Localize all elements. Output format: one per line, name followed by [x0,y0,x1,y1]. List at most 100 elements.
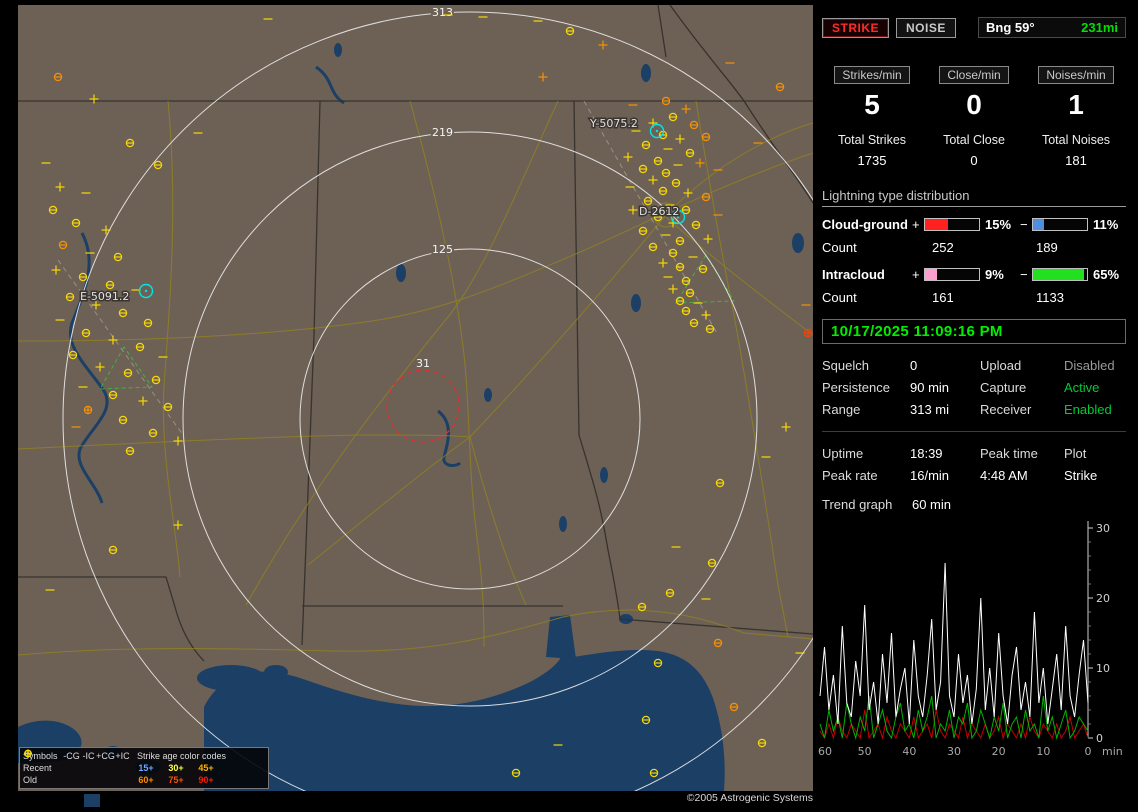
svg-text:20: 20 [992,745,1006,758]
cloud-ground-label: Cloud-ground [822,217,908,232]
ic-positive-count: 161 [932,290,954,305]
squelch-label: Squelch [822,358,869,373]
total-noises-label: Total Noises [1041,133,1111,147]
negative-sign: − [1020,217,1028,232]
peak-time-value: 4:48 AM [980,468,1028,483]
cg-count-label: Count [822,240,857,255]
age-code-45+: 45+ [198,762,214,773]
age-code-90+: 90+ [198,774,214,785]
intracloud-label: Intracloud [822,267,885,282]
uptime-label: Uptime [822,446,864,461]
peak-rate-value: 16/min [910,468,950,483]
age-code-75+: 75+ [168,774,184,785]
upload-label: Upload [980,358,1022,373]
svg-text:D-2612: D-2612 [639,205,679,218]
svg-text:Y-5075.2: Y-5075.2 [589,117,638,130]
svg-text:50: 50 [858,745,872,758]
trend-graph: 010203060 50 40 30 20 10 0 min [818,521,1123,758]
age-code-30+: 30+ [168,762,184,773]
strikes-stat-column: Strikes/min 5 Total Strikes 1735 [822,66,922,168]
trend-graph-header: Trend graph 60 min [822,497,1126,512]
svg-text:31: 31 [416,357,430,370]
peak-time-label: Peak time [980,446,1038,461]
cg-negative-bar [1032,218,1088,231]
ic-count-label: Count [822,290,857,305]
squelch-value: 0 [910,358,918,373]
svg-text:125: 125 [432,243,453,256]
ic-negative-percent: 65% [1093,267,1120,282]
range-label: Range [822,402,861,417]
map-legend: Symbols -CG -IC +CG +IC Strike age color code… [19,747,269,789]
persistence-value: 90 min [910,380,950,395]
receiver-label: Receiver [980,402,1032,417]
ic-negative-bar [1032,268,1088,281]
uptime-value: 18:39 [910,446,943,461]
copyright-text: ©2005 Astrogenic Systems [686,792,813,804]
close-per-min-badge[interactable]: Close/min [939,66,1009,84]
capture-status: Active [1064,380,1100,395]
positive-sign: + [912,267,920,282]
cg-positive-bar [924,218,980,231]
age-code-60+: 60+ [138,774,154,785]
bearing-distance: 231mi [1081,20,1118,35]
lightning-type-distribution: Lightning type distribution Cloud-ground… [822,188,1126,305]
noises-stat-column: Noises/min 1 Total Noises 181 [1026,66,1126,168]
strike-mode-button[interactable]: STRIKE [822,17,890,38]
lightning-map[interactable]: 313 219 125 31 Y-5075.2 D-2612 E-5091.2 Symbol… [18,5,813,791]
close-per-min-value: 0 [966,89,982,120]
cg-negative-percent: 11% [1093,217,1119,232]
peak-rate-label: Peak rate [822,468,878,483]
noises-per-min-value: 1 [1068,89,1084,120]
mode-toolbar: STRIKE NOISE Bng 59° 231mi [822,17,1126,38]
plot-label: Plot [1064,446,1087,461]
legend-header-row: Symbols -CG -IC +CG +IC Strike age color code… [23,750,227,761]
svg-text:0: 0 [1096,732,1103,745]
cg-negative-count: 189 [1036,240,1058,255]
noises-per-min-badge[interactable]: Noises/min [1038,66,1114,84]
intracloud-block: Intracloud + 9% − 65% Count 161 1133 [822,267,1126,305]
noise-mode-button[interactable]: NOISE [896,17,956,38]
bearing-value: Bng 59° [986,20,1035,35]
svg-text:E-5091.2: E-5091.2 [80,290,129,303]
settings-grid: Squelch 0 Upload Disabled Persistence 90… [822,358,1126,417]
session-info-grid: Uptime 18:39 Peak time Plot Peak rate 16… [822,446,1126,483]
total-close-label: Total Close [943,133,1005,147]
cg-positive-count: 252 [932,240,954,255]
total-strikes-value: 1735 [857,153,887,168]
receiver-status: Enabled [1064,402,1112,417]
close-stat-column: Close/min 0 Total Close 0 [924,66,1024,168]
strikes-per-min-badge[interactable]: Strikes/min [834,66,910,84]
ic-positive-percent: 9% [985,267,1004,282]
svg-text:40: 40 [902,745,916,758]
water-fragment [84,794,100,807]
total-strikes-label: Total Strikes [837,133,907,147]
svg-text:313: 313 [432,6,453,19]
svg-text:10: 10 [1036,745,1050,758]
section-divider [822,431,1126,432]
ic-positive-bar [924,268,980,281]
svg-text:30: 30 [1096,522,1110,535]
total-close-value: 0 [970,153,978,168]
control-panel: STRIKE NOISE Bng 59° 231mi Strikes/min 5… [818,5,1130,805]
distribution-title: Lightning type distribution [822,188,1126,207]
svg-text:0: 0 [1085,745,1092,758]
persistence-label: Persistence [822,380,890,395]
datetime-display: 10/17/2025 11:09:16 PM [822,319,1126,344]
plot-value: Strike [1064,468,1098,483]
cg-positive-percent: 15% [985,217,1012,232]
trend-graph-label: Trend graph [822,497,893,512]
rate-statistics: Strikes/min 5 Total Strikes 1735 Close/m… [822,66,1126,168]
age-code-15+: 15+ [138,762,154,773]
legend-row-recent: Recent 15+ 30+ 45+ [23,749,265,774]
svg-text:30: 30 [947,745,961,758]
svg-text:219: 219 [432,126,453,139]
positive-sign: + [912,217,920,232]
svg-text:20: 20 [1096,592,1110,605]
capture-label: Capture [980,380,1027,395]
bearing-readout: Bng 59° 231mi [978,17,1126,38]
svg-text:60: 60 [818,745,832,758]
legend-row-old: Old 60+ 75+ 90+ [23,749,265,786]
svg-text:10: 10 [1096,662,1110,675]
map-overlay: 313 219 125 31 Y-5075.2 D-2612 E-5091.2 [41,5,813,791]
ic-negative-count: 1133 [1036,290,1064,305]
